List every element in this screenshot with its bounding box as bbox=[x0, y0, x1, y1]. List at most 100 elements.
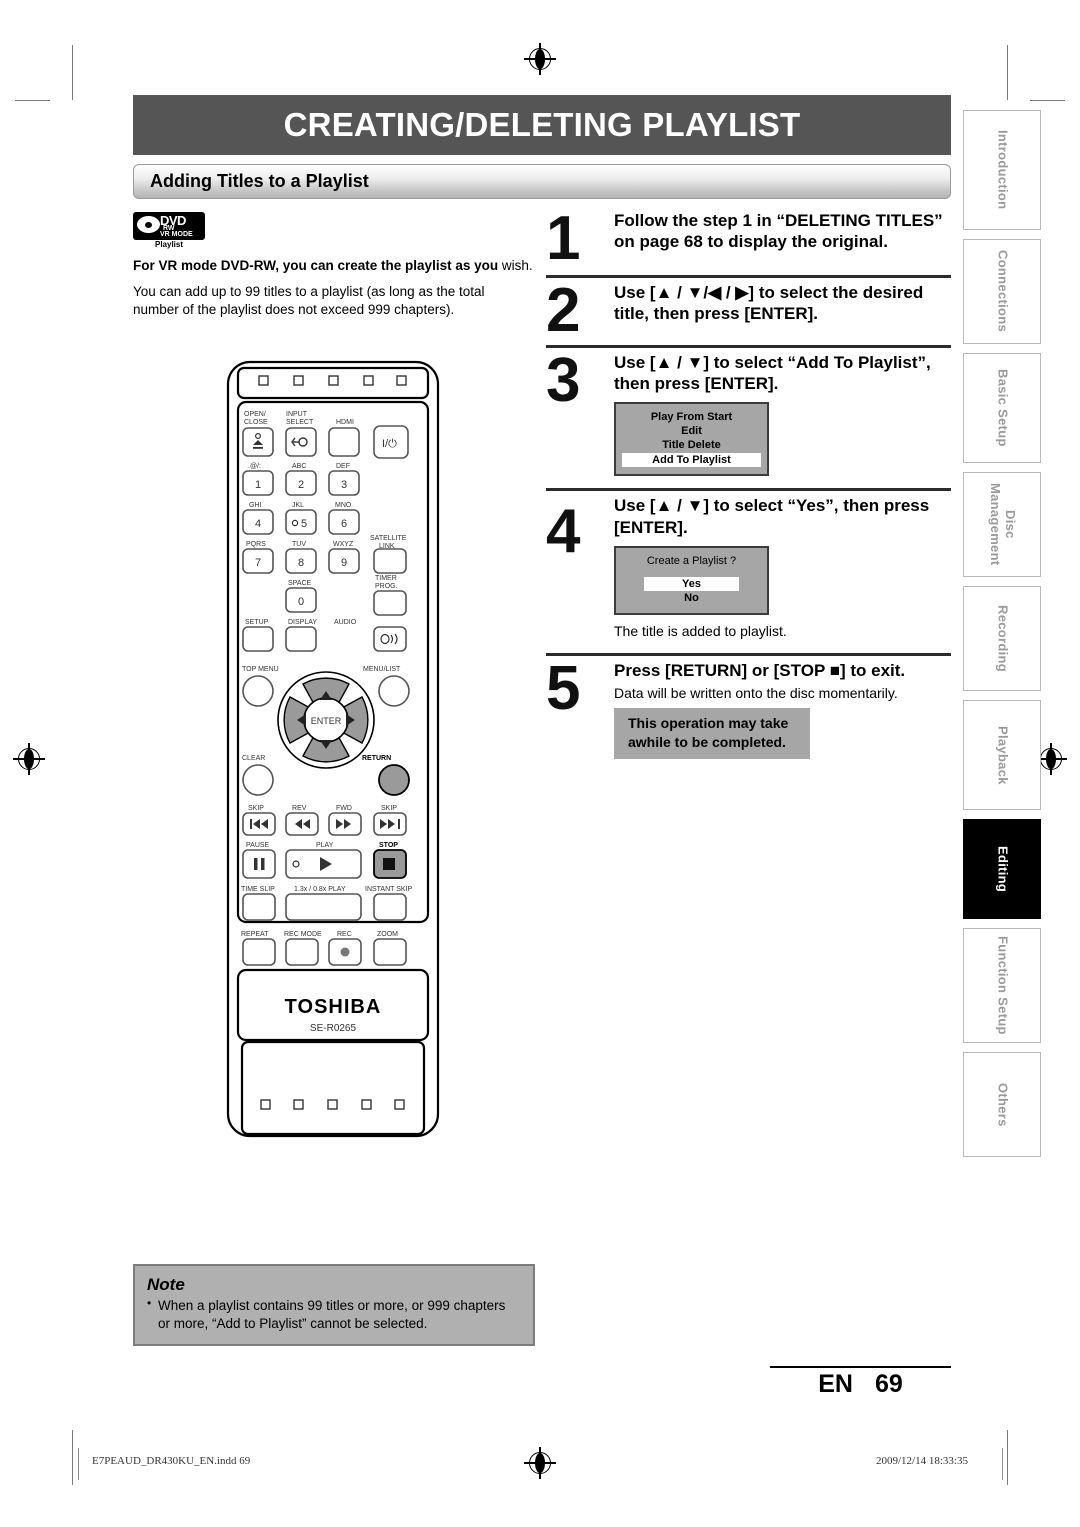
sidebar-tab-editing[interactable]: Editing bbox=[963, 819, 1041, 919]
svg-text:4: 4 bbox=[255, 518, 261, 530]
svg-text:WXYZ: WXYZ bbox=[333, 541, 354, 548]
svg-text:.@/:: .@/: bbox=[248, 463, 261, 470]
svg-text:RETURN: RETURN bbox=[362, 755, 391, 762]
intro-body-paragraph: You can add up to 99 titles to a playlis… bbox=[133, 283, 485, 317]
sidebar-tab-disc-management[interactable]: Disc Management bbox=[963, 472, 1041, 577]
svg-text:DEF: DEF bbox=[336, 463, 350, 470]
page-number: EN 69 bbox=[770, 1370, 951, 1399]
sidebar-tab-basic-setup[interactable]: Basic Setup bbox=[963, 353, 1041, 463]
svg-text:SKIP: SKIP bbox=[248, 805, 264, 812]
note-title: Note bbox=[147, 1275, 185, 1294]
sidebar-tab-playback[interactable]: Playback bbox=[963, 700, 1041, 810]
svg-text:DISPLAY: DISPLAY bbox=[288, 619, 317, 626]
step-divider-2 bbox=[546, 344, 951, 348]
crop-mark-top-right bbox=[1007, 45, 1008, 100]
step-divider-1 bbox=[546, 274, 951, 278]
sidebar-tab-disc-management-label: Disc Management bbox=[988, 483, 1018, 566]
intro-rest-line: wish. bbox=[501, 258, 533, 273]
sidebar-tab-others[interactable]: Others bbox=[963, 1052, 1041, 1157]
svg-text:FWD: FWD bbox=[336, 805, 352, 812]
step-5-number: 5 bbox=[546, 654, 581, 724]
osd-menu-item-title-delete[interactable]: Title Delete bbox=[616, 438, 767, 452]
svg-text:AUDIO: AUDIO bbox=[334, 619, 357, 626]
step-1-instruction: Follow the step 1 in “DELETING TITLES” o… bbox=[614, 211, 943, 252]
step-divider-4 bbox=[546, 653, 951, 657]
chapter-sidebar: Introduction Connections Basic Setup Dis… bbox=[963, 110, 1041, 1166]
note-list: When a playlist contains 99 titles or mo… bbox=[147, 1296, 521, 1332]
steps-column: 1 Follow the step 1 in “DELETING TITLES”… bbox=[546, 208, 951, 759]
section-header-bar: Adding Titles to a Playlist bbox=[133, 164, 951, 199]
svg-text:0: 0 bbox=[298, 596, 304, 608]
step-2-instruction: Use [▲ / ▼/◀ / ▶] to select the desired … bbox=[614, 282, 924, 324]
step-4-instruction: Use [▲ / ▼] to select “Yes”, then press … bbox=[614, 496, 930, 537]
step-4-after-note: The title is added to playlist. bbox=[614, 623, 787, 640]
svg-text:SKIP: SKIP bbox=[381, 805, 397, 812]
sidebar-tab-function-setup[interactable]: Function Setup bbox=[963, 928, 1041, 1043]
sidebar-tab-connections-label: Connections bbox=[995, 250, 1011, 333]
osd-progress-message: This operation may take awhile to be com… bbox=[614, 707, 811, 759]
dvd-logo-caption: Playlist bbox=[154, 240, 183, 249]
svg-text:SATELLITE: SATELLITE bbox=[370, 535, 407, 542]
svg-text:SETUP: SETUP bbox=[245, 619, 269, 626]
step-5-instruction: Press [RETURN] or [STOP ■] to exit. bbox=[614, 661, 906, 681]
svg-text:TOP MENU: TOP MENU bbox=[242, 666, 279, 673]
registration-mark-left bbox=[13, 743, 45, 775]
crop-mark-left-top bbox=[15, 100, 50, 101]
osd-dialog-option-yes[interactable]: Yes bbox=[644, 577, 739, 592]
svg-text:STOP: STOP bbox=[379, 842, 398, 849]
osd-progress-line-1: This operation may take bbox=[628, 714, 789, 731]
svg-text:I/⏻: I/⏻ bbox=[382, 438, 397, 450]
sidebar-tab-recording[interactable]: Recording bbox=[963, 586, 1041, 691]
left-text-column: DVD RW VR MODE Playlist For VR mode DVD-… bbox=[133, 212, 533, 319]
svg-text:9: 9 bbox=[341, 557, 347, 569]
svg-text:INSTANT SKIP: INSTANT SKIP bbox=[365, 886, 413, 893]
svg-text:2: 2 bbox=[298, 479, 304, 491]
svg-text:REV: REV bbox=[292, 805, 307, 812]
svg-text:CLOSE: CLOSE bbox=[244, 419, 268, 426]
svg-text:MENU/LIST: MENU/LIST bbox=[363, 666, 401, 673]
osd-dialog-option-no[interactable]: No bbox=[616, 591, 767, 605]
sidebar-tab-connections[interactable]: Connections bbox=[963, 239, 1041, 344]
page-banner: CREATING/DELETING PLAYLIST bbox=[133, 95, 951, 155]
sidebar-tab-editing-label: Editing bbox=[995, 845, 1011, 893]
footer-filename: E7PEAUD_DR430KU_EN.indd 69 bbox=[92, 1455, 251, 1467]
manual-page: CREATING/DELETING PLAYLIST Adding Titles… bbox=[0, 0, 1080, 1527]
sidebar-tab-recording-label: Recording bbox=[995, 605, 1011, 672]
page-number-lang: EN bbox=[818, 1370, 853, 1398]
svg-text:1: 1 bbox=[255, 479, 261, 491]
section-title: Adding Titles to a Playlist bbox=[150, 171, 369, 191]
svg-text:TOSHIBA: TOSHIBA bbox=[285, 996, 382, 1018]
step-4: 4 Use [▲ / ▼] to select “Yes”, then pres… bbox=[546, 495, 951, 639]
svg-text:TUV: TUV bbox=[292, 541, 306, 548]
osd-menu-item-add-to-playlist[interactable]: Add To Playlist bbox=[622, 453, 761, 468]
osd-menu-item-edit[interactable]: Edit bbox=[616, 424, 767, 438]
svg-text:ABC: ABC bbox=[292, 463, 306, 470]
svg-text:6: 6 bbox=[341, 518, 347, 530]
svg-text:REPEAT: REPEAT bbox=[241, 931, 269, 938]
sidebar-tab-basic-setup-label: Basic Setup bbox=[995, 369, 1011, 447]
svg-text:SELECT: SELECT bbox=[286, 419, 314, 426]
svg-text:JKL: JKL bbox=[292, 502, 304, 509]
step-1: 1 Follow the step 1 in “DELETING TITLES”… bbox=[546, 208, 951, 270]
osd-dialog-question: Create a Playlist ? bbox=[646, 555, 737, 568]
svg-text:REC MODE: REC MODE bbox=[284, 931, 322, 938]
step-3: 3 Use [▲ / ▼] to select “Add To Playlist… bbox=[546, 349, 951, 477]
sidebar-tab-playback-label: Playback bbox=[995, 725, 1011, 785]
svg-text:INPUT: INPUT bbox=[286, 411, 308, 418]
svg-text:ENTER: ENTER bbox=[311, 716, 342, 726]
svg-text:1.3x / 0.8x PLAY: 1.3x / 0.8x PLAY bbox=[294, 886, 346, 893]
svg-text:ZOOM: ZOOM bbox=[377, 931, 398, 938]
osd-menu-item-play-from-start[interactable]: Play From Start bbox=[616, 410, 767, 424]
page-title: CREATING/DELETING PLAYLIST bbox=[283, 106, 801, 143]
svg-text:REC: REC bbox=[337, 931, 352, 938]
remote-control-illustration: .bd { fill:#fff; stroke:#000; stroke-wid… bbox=[224, 358, 442, 1140]
intro-bold-paragraph: For VR mode DVD-RW, you can create the p… bbox=[133, 257, 533, 275]
svg-text:PQRS: PQRS bbox=[246, 541, 266, 548]
svg-text:PAUSE: PAUSE bbox=[246, 842, 270, 849]
crop-mark-top-left bbox=[72, 45, 73, 100]
sidebar-tab-introduction[interactable]: Introduction bbox=[963, 110, 1041, 230]
crop-mark-bottom-left bbox=[72, 1430, 73, 1485]
page-number-rule bbox=[770, 1366, 951, 1368]
svg-text:MNO: MNO bbox=[335, 502, 352, 509]
registration-mark-right bbox=[1035, 743, 1067, 775]
